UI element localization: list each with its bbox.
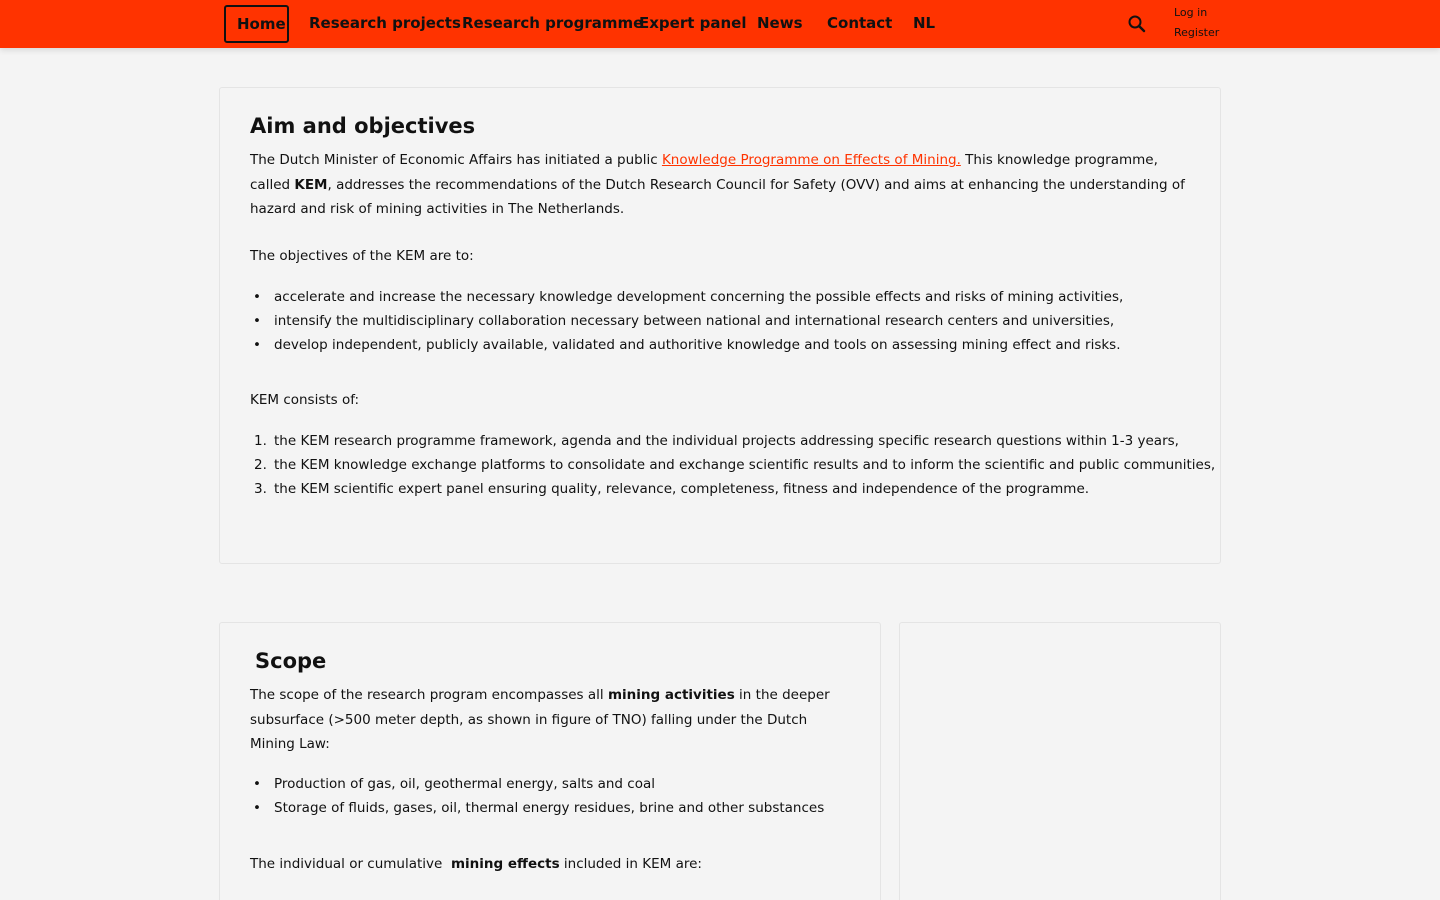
nav-contact[interactable]: Contact [816,5,903,43]
list-number: 1. [254,433,267,449]
nav-language-nl[interactable]: NL [902,5,946,43]
bullet: • [253,337,261,353]
nav-home[interactable]: Home [224,5,289,43]
effects-text: The individual or cumulative [250,856,451,872]
aim-title: Aim and objectives [250,114,476,138]
scope-intro-paragraph: The scope of the research program encomp… [250,683,850,757]
aim-intro-text: The Dutch Minister of Economic Affairs h… [250,152,662,168]
bullet: • [253,800,261,816]
activity-item: Storage of fluids, gases, oil, thermal e… [274,800,825,816]
nav-research-programme[interactable]: Research programme [451,5,654,43]
consists-item: the KEM scientific expert panel ensuring… [274,481,1090,497]
objective-item: accelerate and increase the necessary kn… [274,289,1124,305]
bullet: • [253,776,261,792]
login-link[interactable]: Log in [1174,6,1207,19]
objective-item: intensify the multidisciplinary collabor… [274,313,1115,329]
aim-objectives-card: Aim and objectives The Dutch Minister of… [219,87,1221,564]
register-link[interactable]: Register [1174,26,1219,39]
knowledge-programme-link[interactable]: Knowledge Programme on Effects of Mining… [662,152,961,168]
search-icon[interactable] [1126,13,1148,35]
effects-text-2: included in KEM are: [559,856,702,872]
bullet: • [253,289,261,305]
effects-intro: The individual or cumulative mining effe… [250,852,702,877]
scope-title: Scope [255,649,327,673]
nav-expert-panel[interactable]: Expert panel [628,5,757,43]
kem-bold: KEM [294,176,328,193]
nav-research-projects[interactable]: Research projects [298,5,472,43]
side-card [899,622,1221,900]
mining-effects-bold: mining effects [450,856,560,872]
consists-item: the KEM knowledge exchange platforms to … [274,457,1216,473]
list-number: 3. [254,481,267,497]
aim-intro-paragraph: The Dutch Minister of Economic Affairs h… [250,148,1195,222]
scope-card: Scope The scope of the research program … [219,622,881,900]
aim-intro-text-3: , addresses the recommendations of the D… [250,176,1185,218]
mining-activities-bold: mining activities [607,687,735,703]
top-navigation-bar: Home Research projects Research programm… [0,0,1440,48]
consists-intro: KEM consists of: [250,392,360,408]
scope-intro-text: The scope of the research program encomp… [250,687,608,703]
list-number: 2. [254,457,267,473]
activity-item: Production of gas, oil, geothermal energ… [274,776,655,792]
nav-news[interactable]: News [746,5,814,43]
consists-item: the KEM research programme framework, ag… [274,433,1179,449]
bullet: • [253,313,261,329]
objective-item: develop independent, publicly available,… [274,337,1121,353]
objectives-intro: The objectives of the KEM are to: [250,248,474,264]
